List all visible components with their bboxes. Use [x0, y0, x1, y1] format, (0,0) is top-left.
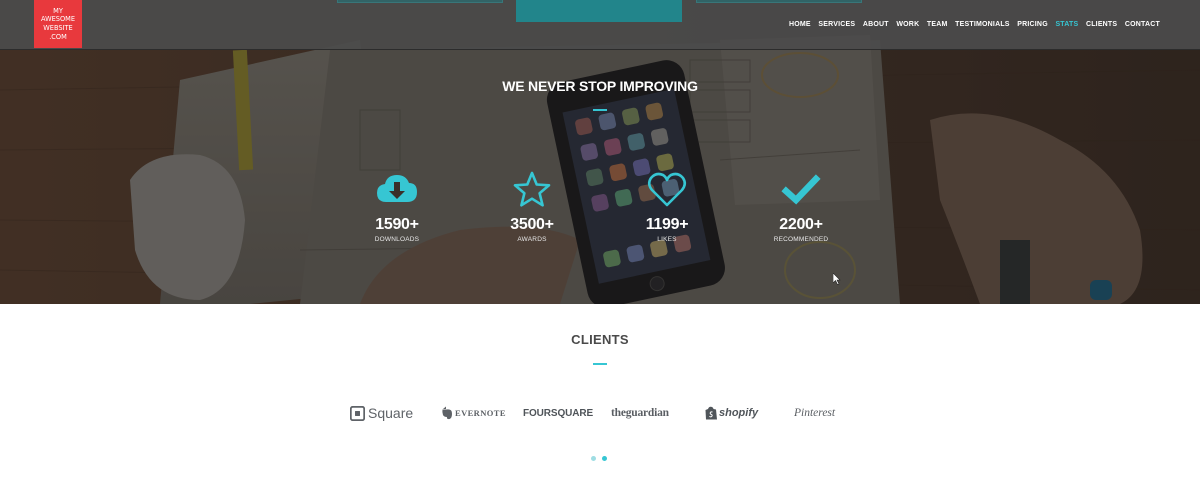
evernote-logo-icon: [442, 406, 452, 420]
carousel-dot[interactable]: [591, 456, 596, 461]
check-icon: [781, 174, 821, 205]
stats-heading: WE NEVER STOP IMPROVING: [502, 78, 698, 94]
client-name: theguardian: [611, 407, 669, 419]
star-icon: [513, 171, 551, 207]
nav-work[interactable]: WORK: [896, 20, 919, 29]
nav-contact[interactable]: CONTACT: [1125, 20, 1160, 29]
stat-likes: 1199+ LIKES: [617, 170, 717, 243]
nav-testimonials[interactable]: TESTIMONIALS: [955, 20, 1010, 29]
carousel-pagination: [591, 456, 607, 461]
site-logo[interactable]: MY AWESOME WEBSITE .COM: [34, 0, 82, 48]
stat-downloads: 1590+ DOWNLOADS: [347, 170, 447, 243]
shopify-logo-icon: [705, 406, 717, 420]
nav-stats[interactable]: STATS: [1055, 20, 1078, 29]
nav-decor-tab: [337, 0, 503, 3]
client-logo-foursquare[interactable]: FOURSQUARE: [523, 402, 593, 424]
nav-clients[interactable]: CLIENTS: [1086, 20, 1117, 29]
client-name: FOURSQUARE: [523, 407, 594, 419]
logo-line: .COM: [49, 32, 67, 41]
nav-decor-tab: [696, 0, 862, 3]
client-logo-guardian[interactable]: theguardian: [611, 402, 669, 424]
stats-heading-divider: [593, 109, 607, 111]
nav-pricing[interactable]: PRICING: [1017, 20, 1048, 29]
stat-number: 2200+: [779, 216, 823, 233]
logo-line: WEBSITE: [43, 24, 73, 32]
stat-number: 1590+: [375, 216, 419, 233]
client-name: shopify: [719, 407, 759, 419]
client-name: Pinterest: [794, 407, 836, 419]
nav-about[interactable]: ABOUT: [863, 20, 889, 29]
nav-services[interactable]: SERVICES: [818, 20, 855, 29]
clients-heading: CLIENTS: [571, 332, 629, 347]
stat-number: 1199+: [645, 216, 689, 233]
carousel-dot-active[interactable]: [602, 456, 607, 461]
client-logo-shopify[interactable]: shopify: [705, 402, 758, 424]
stat-label: LIKES: [657, 236, 677, 243]
client-logo-evernote[interactable]: EVERNOTE: [441, 402, 506, 424]
mouse-cursor-icon: [833, 273, 841, 285]
stat-awards: 3500+ AWARDS: [482, 170, 582, 243]
nav-home[interactable]: HOME: [789, 20, 811, 29]
nav-team[interactable]: TEAM: [927, 20, 948, 29]
stat-recommended: 2200+ RECOMMENDED: [751, 170, 851, 243]
heart-icon: [647, 172, 687, 207]
stat-number: 3500+: [510, 216, 554, 233]
stat-label: RECOMMENDED: [773, 236, 829, 243]
nav-decor-tab-active: [516, 0, 682, 22]
logo-line: MY: [53, 6, 63, 15]
clients-heading-divider: [593, 363, 607, 365]
client-logo-square[interactable]: Square: [350, 402, 413, 424]
square-logo-icon: [350, 405, 365, 421]
cloud-download-icon: [377, 175, 417, 202]
stat-label: AWARDS: [517, 236, 547, 243]
client-logo-pinterest[interactable]: Pinterest: [794, 402, 835, 424]
logo-line: AWESOME: [40, 15, 76, 24]
main-menu: HOME SERVICES ABOUT WORK TEAM TESTIMONIA…: [789, 20, 1160, 29]
client-name: EVERNOTE: [455, 408, 506, 418]
top-navbar: MY AWESOME WEBSITE .COM HOME SERVICES AB…: [0, 0, 1200, 50]
client-name: Square: [368, 405, 414, 421]
stat-label: DOWNLOADS: [374, 236, 420, 243]
